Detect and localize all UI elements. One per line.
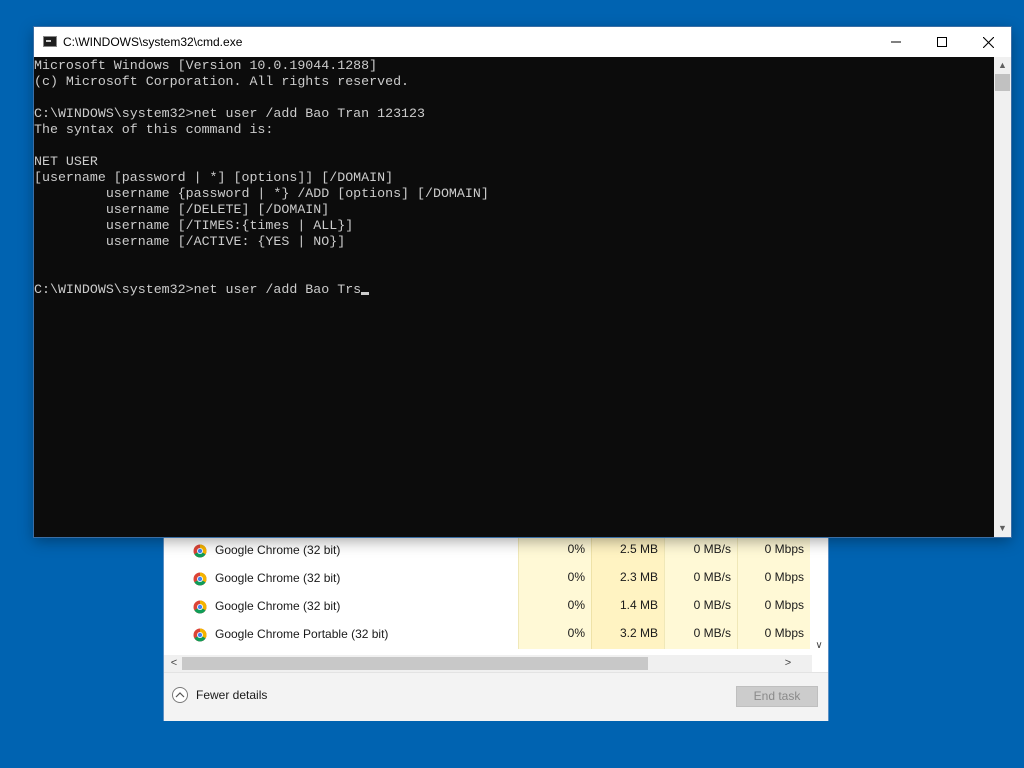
disk-cell: 0 MB/s <box>664 537 737 565</box>
minimize-button[interactable] <box>873 27 919 57</box>
cmd-app-icon <box>43 36 57 47</box>
memory-cell: 3.2 MB <box>591 621 664 649</box>
network-cell: 0 Mbps <box>737 593 810 621</box>
console-line: The syntax of this command is: <box>34 122 994 138</box>
console-line: (c) Microsoft Corporation. All rights re… <box>34 74 994 90</box>
console-line-text: (c) Microsoft Corporation. All rights re… <box>34 74 410 89</box>
memory-cell: 2.3 MB <box>591 565 664 593</box>
process-row[interactable]: Google Chrome (32 bit) 0% 1.4 MB 0 MB/s 0 Mb… <box>164 593 810 621</box>
console-line-text: username [/DELETE] [/DOMAIN] <box>34 202 330 217</box>
memory-cell: 1.4 MB <box>591 593 664 621</box>
console-line-text: Microsoft Windows [Version 10.0.19044.12… <box>34 58 378 73</box>
process-name: Google Chrome (32 bit) <box>215 543 341 557</box>
console-line: [username [password | *] [options]] [/DO… <box>34 170 994 186</box>
console-line-text: NET USER <box>34 154 98 169</box>
network-cell: 0 Mbps <box>737 537 810 565</box>
console-line-text: C:\WINDOWS\system32>net user /add Bao Tr… <box>34 106 425 121</box>
console-line: username [/ACTIVE: {YES | NO}] <box>34 234 994 250</box>
cpu-cell: 0% <box>518 565 591 593</box>
disk-cell: 0 MB/s <box>664 565 737 593</box>
console-line: NET USER <box>34 154 994 170</box>
title-bar[interactable]: C:\WINDOWS\system32\cmd.exe <box>34 27 1011 57</box>
window-title: C:\WINDOWS\system32\cmd.exe <box>63 35 243 49</box>
network-cell: 0 Mbps <box>737 565 810 593</box>
close-icon <box>982 36 994 48</box>
cpu-cell: 0% <box>518 593 591 621</box>
console-line: username [/DELETE] [/DOMAIN] <box>34 202 994 218</box>
memory-cell: 2.5 MB <box>591 537 664 565</box>
console-line-text: [username [password | *] [options]] [/DO… <box>34 170 394 185</box>
maximize-icon <box>937 37 947 47</box>
cmd-window[interactable]: C:\WINDOWS\system32\cmd.exe Microsoft Wi… <box>34 27 1011 537</box>
vertical-scrollbar[interactable]: ▲ ▼ <box>994 57 1011 537</box>
chrome-icon <box>193 544 207 558</box>
minimize-icon <box>891 41 901 43</box>
process-row[interactable]: Google Chrome Portable (32 bit) 0% 3.2 MB 0… <box>164 621 810 649</box>
console-line: C:\WINDOWS\system32>net user /add Bao Tr… <box>34 282 994 298</box>
console-line-text: username [/TIMES:{times | ALL}] <box>34 218 354 233</box>
scroll-left-arrow[interactable]: < <box>166 655 182 672</box>
console-line: Microsoft Windows [Version 10.0.19044.12… <box>34 58 994 74</box>
console-line: C:\WINDOWS\system32>net user /add Bao Tr… <box>34 106 994 122</box>
maximize-button[interactable] <box>919 27 965 57</box>
scroll-right-arrow[interactable]: > <box>780 655 796 672</box>
process-row[interactable]: Google Chrome (32 bit) 0% 2.5 MB 0 MB/s 0 Mb… <box>164 537 810 565</box>
chrome-icon <box>193 600 207 614</box>
scrollbar-thumb[interactable] <box>995 74 1010 91</box>
cpu-cell: 0% <box>518 537 591 565</box>
console-line: username [/TIMES:{times | ALL}] <box>34 218 994 234</box>
scrollbar-thumb[interactable] <box>182 657 648 670</box>
process-name: Google Chrome (32 bit) <box>215 571 341 585</box>
disk-cell: 0 MB/s <box>664 593 737 621</box>
scroll-down-arrow[interactable]: ▼ <box>994 520 1011 537</box>
process-name: Google Chrome Portable (32 bit) <box>215 627 389 641</box>
console-output[interactable]: Microsoft Windows [Version 10.0.19044.12… <box>34 57 994 538</box>
chrome-icon <box>193 572 207 586</box>
cpu-cell: 0% <box>518 621 591 649</box>
end-task-button[interactable]: End task <box>736 686 818 707</box>
scroll-down-arrow[interactable]: ∨ <box>812 639 826 653</box>
console-line-text: C:\WINDOWS\system32>net user /add Bao Tr… <box>34 282 362 297</box>
process-name: Google Chrome (32 bit) <box>215 599 341 613</box>
fewer-details-label: Fewer details <box>196 688 268 702</box>
console-line-text: username [/ACTIVE: {YES | NO}] <box>34 234 346 249</box>
close-button[interactable] <box>965 27 1011 57</box>
network-cell: 0 Mbps <box>737 621 810 649</box>
console-line-text: username {password | *} /ADD [options] [… <box>34 186 489 201</box>
horizontal-scrollbar[interactable]: < > <box>164 655 812 672</box>
chevron-up-icon <box>172 687 188 703</box>
process-row[interactable]: Google Chrome (32 bit) 0% 2.3 MB 0 MB/s 0 Mb… <box>164 565 810 593</box>
scroll-up-arrow[interactable]: ▲ <box>994 57 1011 74</box>
fewer-details-button[interactable]: Fewer details <box>172 687 267 703</box>
console-line-text: The syntax of this command is: <box>34 122 274 137</box>
console-line: username {password | *} /ADD [options] [… <box>34 186 994 202</box>
text-cursor <box>361 292 370 295</box>
chrome-icon <box>193 628 207 642</box>
task-manager-footer: Fewer details End task <box>164 672 828 721</box>
task-manager-window: Google Chrome (32 bit) 0% 2.5 MB 0 MB/s 0 Mb… <box>164 537 828 721</box>
disk-cell: 0 MB/s <box>664 621 737 649</box>
